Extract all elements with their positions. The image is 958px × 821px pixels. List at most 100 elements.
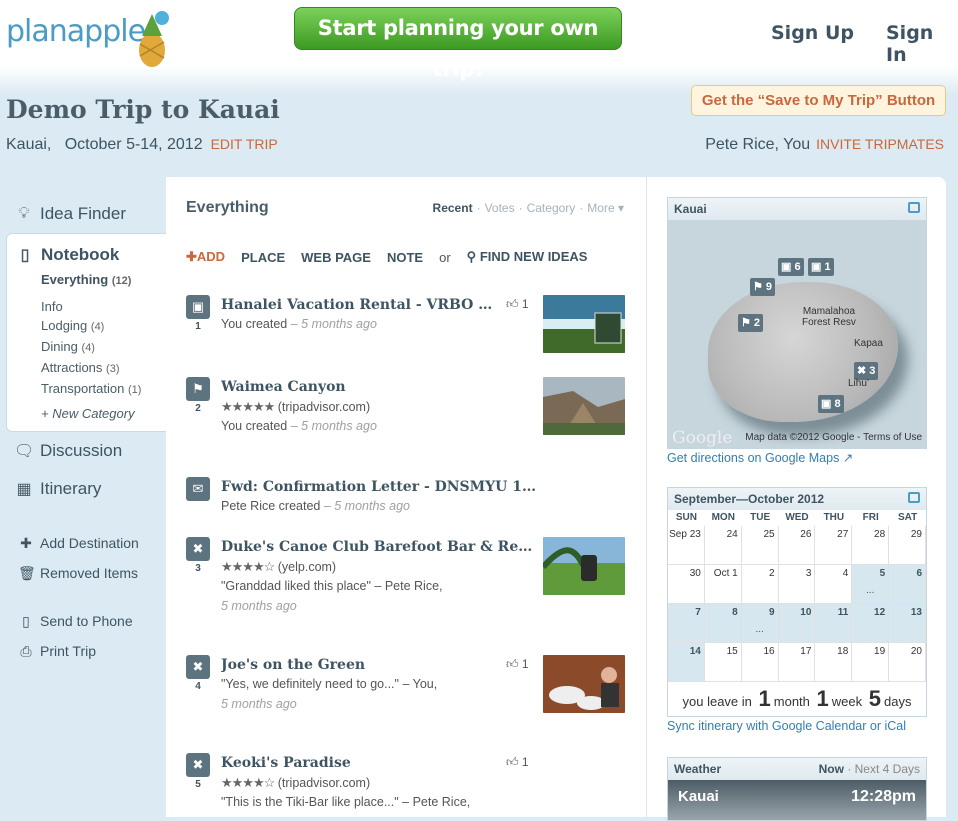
map-pin[interactable]: ⚑ 9 xyxy=(750,278,776,296)
category-attractions[interactable]: Attractions (3) xyxy=(7,358,166,379)
item-title[interactable]: Fwd: Confirmation Letter - DNSMYU 12/17.… xyxy=(221,479,541,495)
weather-title: Weather xyxy=(674,762,722,776)
calendar-day[interactable]: 5... xyxy=(852,565,890,604)
calendar-day[interactable]: 4 xyxy=(815,565,853,604)
expand-icon[interactable] xyxy=(908,492,920,503)
add-web-page-button[interactable]: WEB PAGE xyxy=(301,250,371,265)
item-title[interactable]: Joe's on the Green xyxy=(221,657,501,673)
map-attribution[interactable]: Map data ©2012 Google - Terms of Use xyxy=(745,432,922,443)
vote-count: 1 xyxy=(521,657,529,671)
calendar-day[interactable]: 2 xyxy=(741,565,779,604)
calendar-day[interactable]: 14 xyxy=(668,643,705,682)
sort-more[interactable]: More ▾ xyxy=(587,201,624,215)
category-transportation[interactable]: Transportation (1) xyxy=(7,379,166,400)
item-thumbnail[interactable] xyxy=(543,295,625,353)
send-to-phone-link[interactable]: ▯ Send to Phone xyxy=(0,606,166,636)
add-place-button[interactable]: PLACE xyxy=(241,250,285,265)
category-everything[interactable]: Everything (12) xyxy=(7,270,166,291)
calendar-day[interactable]: 30 xyxy=(668,565,705,604)
vote-button[interactable]: 👍︎ 1 xyxy=(506,755,529,770)
calendar-day[interactable]: 8 xyxy=(704,604,742,643)
calendar-day[interactable]: 3 xyxy=(778,565,816,604)
pin-label: 9 xyxy=(765,281,773,293)
map-pin[interactable]: ⚑ 2 xyxy=(738,314,764,332)
calendar-day[interactable]: 24 xyxy=(704,526,742,565)
sign-up-link[interactable]: Sign Up xyxy=(771,22,854,44)
removed-items-link[interactable]: 🗑︎ Removed Items xyxy=(0,558,166,588)
calendar-day[interactable]: Oct 1 xyxy=(704,565,742,604)
new-category-link[interactable]: + New Category xyxy=(7,404,166,423)
calendar-day[interactable]: 29 xyxy=(889,526,926,565)
category-info[interactable]: Info xyxy=(7,297,166,316)
item-thumbnail[interactable] xyxy=(543,655,625,713)
day-number: 8 xyxy=(732,607,738,618)
calendar-day[interactable]: 28 xyxy=(852,526,890,565)
weather-now-tab[interactable]: Now xyxy=(819,762,844,776)
add-note-button[interactable]: NOTE xyxy=(387,250,423,265)
discussion-icon: 🗨︎ xyxy=(14,443,35,460)
calendar-day[interactable]: 26 xyxy=(778,526,816,565)
item-title[interactable]: Waimea Canyon xyxy=(221,379,501,395)
calendar-day[interactable]: Sep 23 xyxy=(668,526,705,565)
calendar-day[interactable]: 6 xyxy=(889,565,926,604)
start-planning-button[interactable]: Start planning your own trip! xyxy=(294,7,622,81)
day-number: 12 xyxy=(874,607,886,618)
calendar-day[interactable]: 19 xyxy=(852,643,890,682)
add-bar: ✚ADD PLACE WEB PAGE NOTE or ⚲ FIND NEW I… xyxy=(186,249,587,265)
calendar-day[interactable]: 15 xyxy=(704,643,742,682)
calendar-day[interactable]: 12 xyxy=(852,604,890,643)
map-panel: Kauai ▣ 6 ▣ 1 ⚑ 9 ⚑ 2 ✖ 3 ▣ 8 Mamalahoa … xyxy=(667,197,927,449)
or-text: or xyxy=(439,249,451,265)
invite-tripmates-link[interactable]: INVITE TRIPMATES xyxy=(816,136,944,152)
item-thumbnail[interactable] xyxy=(543,377,625,435)
category-label: Info xyxy=(41,299,63,314)
map[interactable]: ▣ 6 ▣ 1 ⚑ 9 ⚑ 2 ✖ 3 ▣ 8 Mamalahoa Forest… xyxy=(668,220,926,448)
map-pin[interactable]: ▣ 6 xyxy=(778,258,804,276)
item-title[interactable]: Hanalei Vacation Rental - VRBO 900 ... xyxy=(221,297,501,313)
directions-link[interactable]: Get directions on Google Maps ↗ xyxy=(667,450,853,465)
itinerary-link[interactable]: ▦ Itinerary xyxy=(0,470,166,508)
calendar-day[interactable]: 18 xyxy=(815,643,853,682)
vote-button[interactable]: 👍︎ 1 xyxy=(506,297,529,312)
calendar-day[interactable]: 10 xyxy=(778,604,816,643)
category-dining[interactable]: Dining (4) xyxy=(7,337,166,358)
add-button[interactable]: ✚ADD xyxy=(186,249,225,265)
add-destination-label: Add Destination xyxy=(40,535,139,551)
discussion-link[interactable]: 🗨︎ Discussion xyxy=(0,432,166,470)
more-events[interactable]: ... xyxy=(852,585,888,596)
trash-icon: 🗑︎ xyxy=(18,564,36,581)
item-title[interactable]: Keoki's Paradise xyxy=(221,755,501,771)
item-thumbnail[interactable] xyxy=(543,537,625,595)
calendar-day[interactable]: 11 xyxy=(815,604,853,643)
calendar-day[interactable]: 27 xyxy=(815,526,853,565)
calendar-day[interactable]: 25 xyxy=(741,526,779,565)
map-pin[interactable]: ▣ 8 xyxy=(818,395,844,413)
calendar-day[interactable]: 20 xyxy=(889,643,926,682)
notebook-link[interactable]: ▯ Notebook xyxy=(7,240,166,270)
map-pin[interactable]: ▣ 1 xyxy=(808,258,834,276)
more-events[interactable]: ... xyxy=(742,624,778,635)
sort-category[interactable]: Category xyxy=(527,201,576,215)
pin-label: 3 xyxy=(869,365,876,377)
sort-recent[interactable]: Recent xyxy=(433,201,473,215)
find-new-ideas-button[interactable]: ⚲ FIND NEW IDEAS xyxy=(467,249,588,265)
item-number: 2 xyxy=(195,403,201,414)
sync-calendar-link[interactable]: Sync itinerary with Google Calendar or i… xyxy=(667,719,906,733)
calendar-day[interactable]: 9... xyxy=(741,604,779,643)
idea-finder-link[interactable]: 💡︎ Idea Finder xyxy=(0,195,166,233)
add-destination-link[interactable]: ✚ Add Destination xyxy=(0,528,166,558)
category-lodging[interactable]: Lodging (4) xyxy=(7,316,166,337)
calendar-day[interactable]: 16 xyxy=(741,643,779,682)
expand-icon[interactable] xyxy=(908,202,920,213)
vote-button[interactable]: 👍︎ 1 xyxy=(506,657,529,672)
weather-next-tab[interactable]: · Next 4 Days xyxy=(847,762,920,776)
sign-in-link[interactable]: Sign In xyxy=(886,22,958,66)
save-to-my-trip-button[interactable]: Get the “Save to My Trip” Button xyxy=(691,85,946,116)
calendar-day[interactable]: 7 xyxy=(668,604,705,643)
calendar-day[interactable]: 13 xyxy=(889,604,926,643)
item-title[interactable]: Duke's Canoe Club Barefoot Bar & Restaur… xyxy=(221,539,539,555)
calendar-day[interactable]: 17 xyxy=(778,643,816,682)
edit-trip-link[interactable]: EDIT TRIP xyxy=(211,136,278,152)
sort-votes[interactable]: Votes xyxy=(485,201,515,215)
print-trip-link[interactable]: ⎙ Print Trip xyxy=(0,636,166,666)
